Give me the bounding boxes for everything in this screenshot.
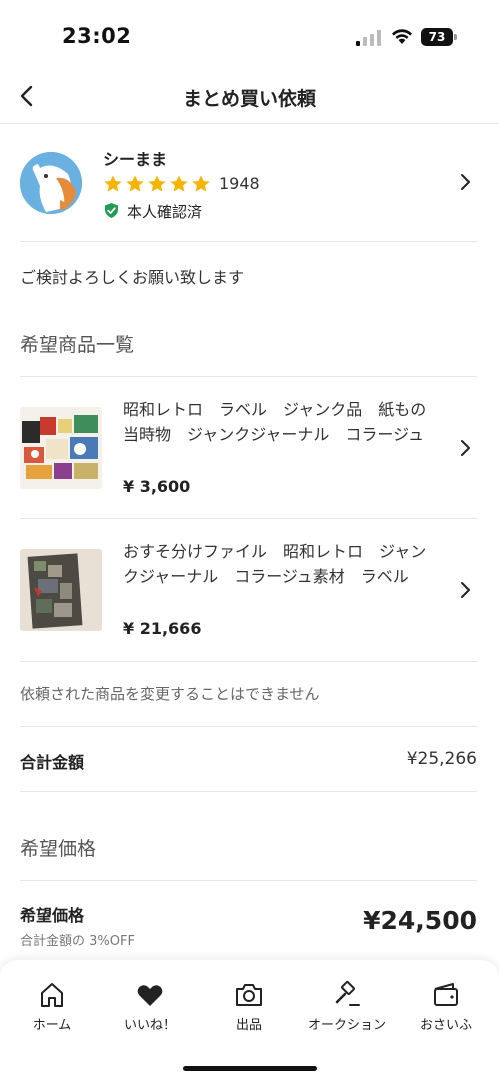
star-icon	[104, 175, 122, 192]
tab-label: おさいふ	[419, 1018, 472, 1033]
tab-wallet[interactable]: おさいふ	[396, 980, 496, 1040]
desired-section-title: 希望価格	[20, 838, 97, 860]
divider	[20, 661, 477, 662]
star-icon	[126, 175, 144, 192]
item-price: ¥ 3,600	[123, 477, 191, 496]
item-thumbnail	[20, 549, 102, 631]
seller-name: シーまま	[103, 150, 168, 169]
divider	[20, 880, 477, 881]
tab-likes[interactable]: いいね！	[100, 980, 200, 1040]
battery-indicator: 73	[421, 28, 457, 46]
home-icon	[41, 983, 63, 1007]
status-bar: 23:02 73	[0, 0, 499, 72]
tab-label: いいね！	[123, 1018, 176, 1033]
rating-stars	[103, 174, 211, 194]
divider	[20, 241, 477, 242]
seller-profile-row[interactable]: シーまま 1948 本人確認済	[0, 125, 499, 242]
page-title: まとめ買い依頼	[182, 88, 316, 110]
avatar	[20, 152, 82, 214]
tab-label: オークション	[307, 1018, 386, 1033]
nav-bar: まとめ買い依頼	[0, 72, 499, 124]
chevron-right-icon	[461, 582, 470, 598]
divider	[20, 791, 477, 792]
heart-icon	[137, 985, 163, 1006]
desired-price-value: ¥24,500	[363, 906, 477, 935]
tab-label: ホーム	[32, 1018, 72, 1033]
rating-count: 1948	[219, 174, 260, 193]
desired-price-discount: 合計金額の 3%OFF	[20, 934, 135, 949]
signal-icon	[356, 30, 381, 46]
main-content: シーまま 1948 本人確認済 ご検討よろしくお願い致します 希望商品一覧 昭和…	[0, 125, 499, 960]
item-title: 昭和レトロ ラベル ジャンク品 紙もの 当時物 ジャンクジャーナル コラージュ	[123, 400, 443, 444]
item-title: おすそ分けファイル 昭和レトロ ジャンクジャーナル コラージュ素材 ラベル	[123, 542, 427, 586]
star-icon	[192, 175, 210, 192]
tab-auction[interactable]: オークション	[297, 980, 397, 1040]
chevron-right-icon	[461, 174, 470, 190]
wallet-icon	[434, 983, 458, 1006]
total-label: 合計金額	[20, 753, 85, 772]
item-thumbnail	[20, 407, 102, 489]
gavel-icon	[335, 981, 360, 1006]
verified-shield-icon	[105, 203, 118, 218]
home-indicator	[183, 1066, 317, 1071]
item-price: ¥ 21,666	[123, 619, 202, 638]
tab-label: 出品	[235, 1018, 262, 1033]
list-item[interactable]: 昭和レトロ ラベル ジャンク品 紙もの 当時物 ジャンクジャーナル コラージュ …	[0, 377, 499, 519]
battery-cap	[454, 34, 457, 40]
request-message: ご検討よろしくお願い致します	[20, 268, 245, 287]
list-item[interactable]: おすそ分けファイル 昭和レトロ ジャンクジャーナル コラージュ素材 ラベル ¥ …	[0, 519, 499, 661]
items-note: 依頼された商品を変更することはできません	[20, 685, 320, 703]
verified-label: 本人確認済	[127, 203, 203, 221]
status-time: 23:02	[62, 24, 132, 48]
desired-price-label: 希望価格	[20, 906, 85, 925]
star-icon	[148, 175, 166, 192]
wifi-icon	[392, 29, 412, 44]
camera-icon	[236, 984, 262, 1006]
bottom-tab-bar: ホーム いいね！ 出品 オークション おさいふ	[0, 960, 499, 1080]
battery-level: 73	[421, 28, 453, 46]
tab-home[interactable]: ホーム	[2, 980, 102, 1040]
divider	[20, 726, 477, 727]
items-section-title: 希望商品一覧	[20, 334, 135, 356]
star-icon	[170, 175, 188, 192]
chevron-right-icon	[461, 440, 470, 456]
total-value: ¥25,266	[406, 749, 477, 769]
tab-sell[interactable]: 出品	[199, 980, 299, 1040]
